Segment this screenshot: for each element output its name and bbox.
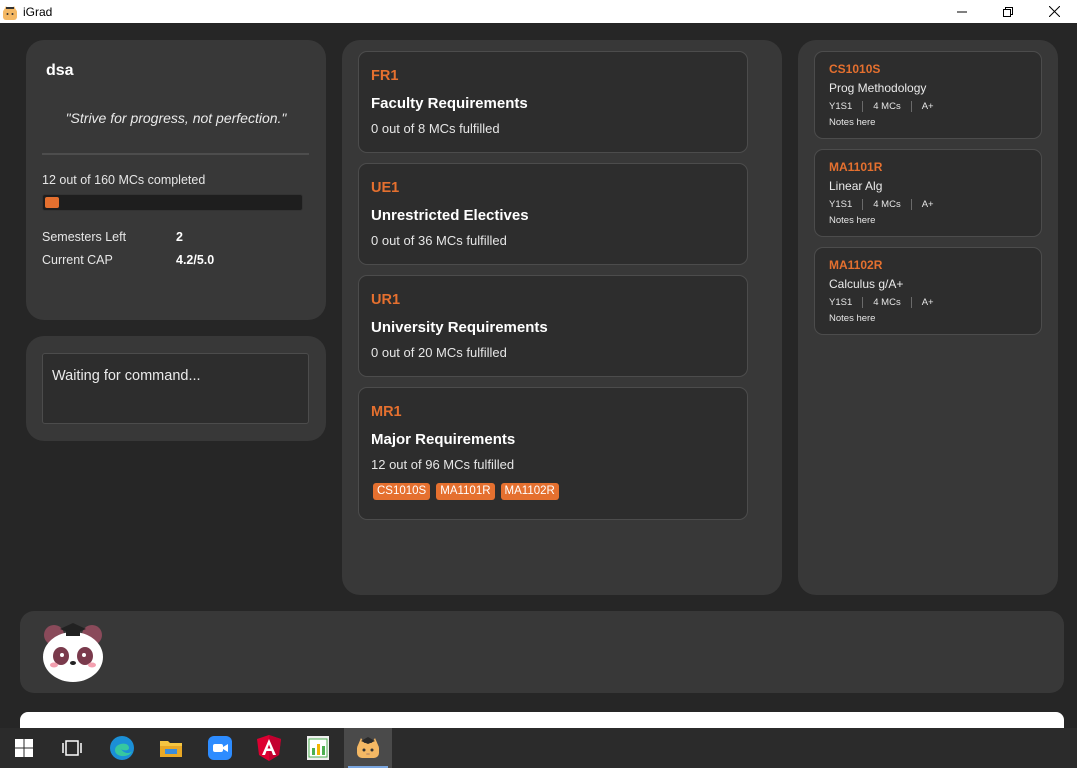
module-tag[interactable]: MA1101R [436,483,495,500]
requirement-progress: 0 out of 8 MCs fulfilled [371,121,500,136]
meta-separator [862,101,864,112]
meta-separator [862,199,864,210]
requirement-title: University Requirements [371,319,548,336]
profile-panel: dsa "Strive for progress, not perfection… [26,40,326,320]
module-semester: Y1S1 [829,199,853,210]
minimize-button[interactable] [939,0,985,23]
restore-icon [1003,6,1013,17]
requirement-card[interactable]: UE1 Unrestricted Electives 0 out of 36 M… [358,163,748,265]
close-button[interactable] [1031,0,1077,23]
module-code: CS1010S [829,62,881,76]
requirement-card[interactable]: UR1 University Requirements 0 out of 20 … [358,275,748,377]
igrad-logo-icon [3,5,17,20]
module-notes: Notes here [829,313,876,324]
requirements-panel: FR1 Faculty Requirements 0 out of 8 MCs … [342,40,782,595]
task-view-icon[interactable] [48,728,96,768]
requirement-module-tags: CS1010S MA1101R MA1102R [373,483,559,500]
meta-separator [862,297,864,308]
module-mcs: 4 MCs [873,297,901,308]
module-name: Linear Alg [829,179,883,193]
module-name: Calculus g/A+ [829,277,904,291]
title-bar: iGrad [0,0,1077,23]
edge-browser-icon[interactable] [98,728,146,768]
requirement-title: Major Requirements [371,431,516,448]
module-tag[interactable]: MA1102R [500,483,559,500]
windows-start-icon[interactable] [0,728,48,768]
minimize-icon [957,11,967,12]
file-explorer-icon[interactable] [147,728,195,768]
semesters-left-label: Semesters Left [42,230,127,244]
module-name: Prog Methodology [829,81,927,95]
requirement-card[interactable]: MR1 Major Requirements 12 out of 96 MCs … [358,387,748,520]
zoom-icon[interactable] [196,728,244,768]
requirement-code: UE1 [371,180,400,196]
module-meta: Y1S1 4 MCs A+ [829,297,934,308]
angular-icon[interactable] [245,728,293,768]
module-meta: Y1S1 4 MCs A+ [829,199,934,210]
motivational-quote: "Strive for progress, not perfection." [65,110,287,126]
requirement-card[interactable]: FR1 Faculty Requirements 0 out of 8 MCs … [358,51,748,153]
requirement-code: MR1 [371,404,402,420]
spreadsheet-icon[interactable] [294,728,342,768]
meta-separator [910,101,912,112]
igrad-app-icon[interactable] [344,728,392,768]
requirement-progress: 12 out of 96 MCs fulfilled [371,457,515,472]
requirement-progress: 0 out of 36 MCs fulfilled [371,233,507,248]
module-notes: Notes here [829,215,876,226]
cap-value: 4.2/5.0 [176,253,215,267]
module-meta: Y1S1 4 MCs A+ [829,101,934,112]
module-code: MA1101R [829,160,883,174]
module-semester: Y1S1 [829,101,853,112]
feedback-panel [20,611,1064,693]
module-tag[interactable]: CS1010S [373,483,431,500]
semesters-left-value: 2 [176,230,183,244]
panda-mascot-icon [40,621,106,683]
module-mcs: 4 MCs [873,199,901,210]
close-icon [1048,6,1060,17]
requirement-progress: 0 out of 20 MCs fulfilled [371,345,507,360]
cap-label: Current CAP [42,253,113,267]
restore-button[interactable] [985,0,1031,23]
meta-separator [910,297,912,308]
module-card[interactable]: CS1010S Prog Methodology Y1S1 4 MCs A+ N… [814,51,1042,139]
profile-name: dsa [46,62,74,79]
module-code: MA1102R [829,258,883,272]
modules-panel: CS1010S Prog Methodology Y1S1 4 MCs A+ N… [798,40,1058,595]
requirement-title: Unrestricted Electives [371,207,529,224]
module-grade: A+ [921,199,934,210]
requirement-code: UR1 [371,292,401,308]
windows-taskbar [0,728,1077,768]
result-text: Waiting for command... [52,368,201,384]
module-card[interactable]: MA1101R Linear Alg Y1S1 4 MCs A+ Notes h… [814,149,1042,237]
result-panel: Waiting for command... [26,336,326,441]
mc-completion-text: 12 out of 160 MCs completed [42,173,206,187]
module-mcs: 4 MCs [873,101,901,112]
module-card[interactable]: MA1102R Calculus g/A+ Y1S1 4 MCs A+ Note… [814,247,1042,335]
mc-progress-bar [42,194,303,211]
window-title: iGrad [23,4,53,19]
module-grade: A+ [921,297,934,308]
result-display: Waiting for command... [42,353,309,424]
profile-divider [42,153,309,155]
meta-separator [910,199,912,210]
module-semester: Y1S1 [829,297,853,308]
module-grade: A+ [921,101,934,112]
requirement-title: Faculty Requirements [371,95,528,112]
mc-progress-fill [45,197,59,208]
module-notes: Notes here [829,117,876,128]
requirement-code: FR1 [371,68,399,84]
